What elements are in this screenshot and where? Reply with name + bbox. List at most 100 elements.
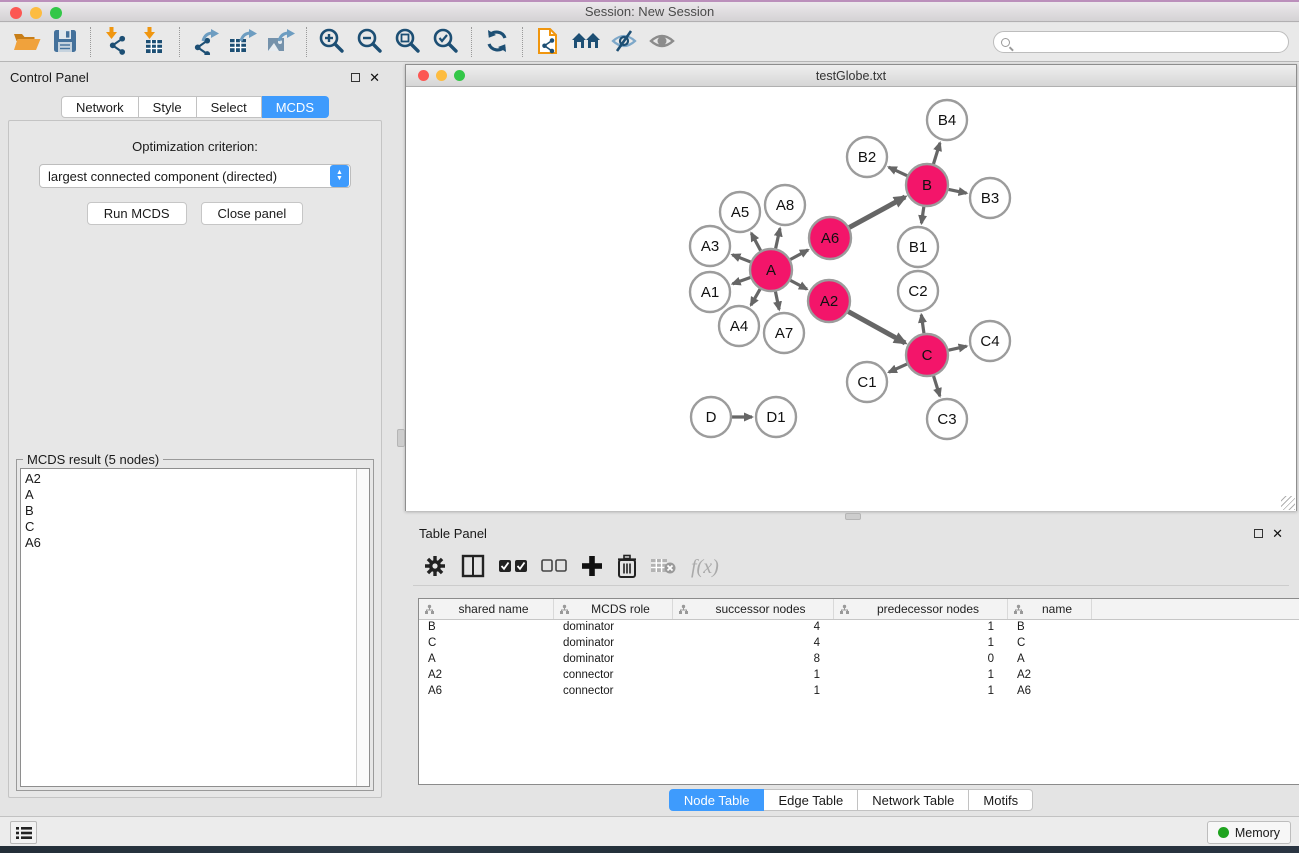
- add-row-button[interactable]: [581, 553, 603, 583]
- zoom-selected-button[interactable]: [427, 25, 465, 59]
- result-item[interactable]: A: [25, 487, 352, 503]
- edge-B-B2[interactable]: [889, 167, 907, 176]
- edge-A-A5[interactable]: [751, 233, 760, 250]
- edge-A-A2[interactable]: [790, 280, 807, 289]
- search-box[interactable]: [993, 31, 1289, 53]
- network-graph[interactable]: B4B2BB3A5A8A6A3B1AA1C2A2A4A7C4CC1DD1C3: [406, 87, 1296, 511]
- edge-C-C4[interactable]: [948, 346, 966, 350]
- export-network-button[interactable]: [186, 25, 224, 59]
- edge-A6-B[interactable]: [849, 197, 905, 227]
- network-view-window: testGlobe.txt B4B2BB3A5A8A6A3B1AA1C2A2A4…: [405, 64, 1297, 511]
- table-row[interactable]: A2connector11A2: [419, 668, 1299, 684]
- tab-mcds[interactable]: MCDS: [262, 96, 329, 118]
- float-panel-icon[interactable]: [351, 73, 360, 82]
- new-network-icon: [535, 27, 561, 58]
- result-item[interactable]: A6: [25, 535, 352, 551]
- criterion-dropdown[interactable]: largest connected component (directed) ▲…: [39, 164, 351, 188]
- table-close-icon[interactable]: ✕: [1272, 529, 1283, 538]
- edge-A-A3[interactable]: [732, 255, 750, 262]
- zoom-in-button[interactable]: [313, 25, 351, 59]
- window-controls[interactable]: [10, 7, 62, 19]
- close-panel-icon[interactable]: ✕: [369, 73, 380, 82]
- export-image-button[interactable]: [262, 25, 300, 59]
- edge-A-A4[interactable]: [751, 289, 760, 305]
- import-network-button[interactable]: [97, 25, 135, 59]
- edge-A-A1[interactable]: [733, 277, 751, 283]
- edge-C-C2[interactable]: [921, 315, 924, 333]
- edge-B-B1[interactable]: [921, 207, 923, 223]
- table-row[interactable]: Cdominator41C: [419, 636, 1299, 652]
- edge-B-B4[interactable]: [933, 143, 939, 164]
- tab-node-table[interactable]: Node Table: [669, 789, 765, 811]
- column-header-shared-name[interactable]: shared name: [419, 599, 554, 619]
- edge-B-B3[interactable]: [949, 189, 967, 193]
- save-session-button[interactable]: [46, 25, 84, 59]
- edge-A2-C[interactable]: [848, 312, 905, 343]
- open-file-button[interactable]: [8, 25, 46, 59]
- select-all-button[interactable]: [499, 553, 527, 583]
- toolbar-separator: [522, 27, 523, 57]
- export-table-button[interactable]: [224, 25, 262, 59]
- horizontal-scroll-thumb[interactable]: [845, 513, 861, 520]
- edge-A-A7[interactable]: [775, 292, 779, 310]
- table-cell: 1: [834, 684, 1008, 700]
- table-row[interactable]: Adominator80A: [419, 652, 1299, 668]
- table-row[interactable]: Bdominator41B: [419, 620, 1299, 636]
- edge-A-A6[interactable]: [790, 250, 808, 260]
- divider-scroll-thumb[interactable]: [397, 429, 405, 447]
- minimize-window-button[interactable]: [30, 7, 42, 19]
- hide-graphics-button[interactable]: [605, 25, 643, 59]
- zoom-fit-button[interactable]: [389, 25, 427, 59]
- table-float-icon[interactable]: [1254, 529, 1263, 538]
- refresh-button[interactable]: [478, 25, 516, 59]
- home-levels-button[interactable]: [567, 25, 605, 59]
- tab-network-table[interactable]: Network Table: [858, 789, 969, 811]
- table-cell: A2: [1008, 668, 1092, 684]
- column-header-successor-nodes[interactable]: successor nodes: [673, 599, 834, 619]
- fx-button[interactable]: f(x): [691, 553, 719, 583]
- task-history-button[interactable]: [10, 821, 37, 844]
- columns-button[interactable]: [461, 553, 485, 583]
- tab-network[interactable]: Network: [61, 96, 139, 118]
- gear-icon: [423, 554, 447, 581]
- net-close-button[interactable]: [418, 70, 429, 81]
- column-header-label: shared name: [438, 602, 553, 616]
- close-panel-button[interactable]: Close panel: [201, 202, 304, 225]
- tab-style[interactable]: Style: [139, 96, 197, 118]
- network-canvas[interactable]: B4B2BB3A5A8A6A3B1AA1C2A2A4A7C4CC1DD1C3: [406, 87, 1296, 511]
- zoom-out-button[interactable]: [351, 25, 389, 59]
- result-item[interactable]: B: [25, 503, 352, 519]
- result-list-scrollbar[interactable]: [356, 469, 369, 786]
- delete-row-button[interactable]: [617, 553, 637, 583]
- network-window-titlebar[interactable]: testGlobe.txt: [406, 65, 1296, 87]
- new-network-button[interactable]: [529, 25, 567, 59]
- import-table-button[interactable]: [135, 25, 173, 59]
- edge-A-A8[interactable]: [776, 228, 780, 248]
- column-header-name[interactable]: name: [1008, 599, 1092, 619]
- column-header-MCDS-role[interactable]: MCDS role: [554, 599, 673, 619]
- result-item[interactable]: A2: [25, 471, 352, 487]
- net-maximize-button[interactable]: [454, 70, 465, 81]
- gear-button[interactable]: [423, 553, 447, 583]
- table-row[interactable]: A6connector11A6: [419, 684, 1299, 700]
- resize-grip[interactable]: [1281, 496, 1295, 510]
- clear-selection-button[interactable]: [541, 553, 567, 583]
- close-window-button[interactable]: [10, 7, 22, 19]
- show-graphics-button[interactable]: [643, 25, 681, 59]
- node-label-A6: A6: [821, 230, 839, 247]
- node-label-B1: B1: [909, 239, 927, 256]
- column-header-predecessor-nodes[interactable]: predecessor nodes: [834, 599, 1008, 619]
- memory-button[interactable]: Memory: [1207, 821, 1291, 844]
- tab-edge-table[interactable]: Edge Table: [764, 789, 858, 811]
- net-minimize-button[interactable]: [436, 70, 447, 81]
- run-mcds-button[interactable]: Run MCDS: [87, 202, 187, 225]
- maximize-window-button[interactable]: [50, 7, 62, 19]
- tab-motifs[interactable]: Motifs: [969, 789, 1033, 811]
- mcds-result-list[interactable]: A2ABCA6: [20, 468, 370, 787]
- edge-C-C1[interactable]: [889, 364, 907, 372]
- delete-table-button[interactable]: [651, 553, 677, 583]
- node-label-A2: A2: [820, 293, 838, 310]
- tab-select[interactable]: Select: [197, 96, 262, 118]
- edge-C-C3[interactable]: [934, 376, 940, 396]
- result-item[interactable]: C: [25, 519, 352, 535]
